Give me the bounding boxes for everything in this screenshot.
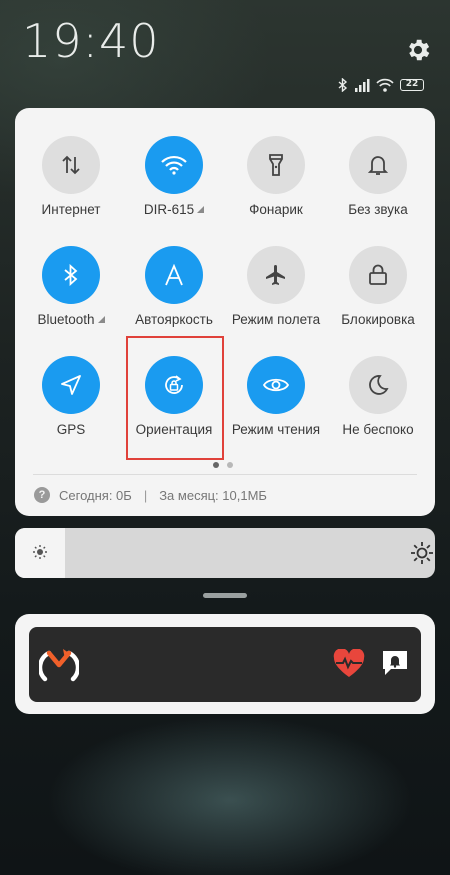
highlight-box [126,336,224,460]
tile-gps[interactable]: GPS [21,356,121,437]
tile-label: Блокировка [341,312,415,327]
location-icon [42,356,100,414]
brightness-low-icon [33,545,47,559]
divider [33,474,417,475]
tile-label: Автояркость [135,312,213,327]
question-icon: ? [34,487,50,503]
tile-label: Режим полета [231,312,321,327]
tile-auto-brightness[interactable]: Автояркость [124,246,224,327]
gear-icon[interactable] [404,36,432,64]
moon-icon [349,356,407,414]
eye-icon [247,356,305,414]
page-dot[interactable] [227,462,233,468]
data-usage-month: За месяц: 10,1МБ [159,487,267,503]
expand-arrow-icon[interactable] [97,316,105,323]
tile-wifi[interactable]: DIR-615 [124,136,224,217]
notification-card[interactable] [15,614,435,714]
tile-label: Bluetooth [21,312,121,327]
tile-label: Режим чтения [231,422,321,437]
tile-label: Интернет [41,202,101,217]
tile-label: Фонарик [249,202,303,217]
tile-label: DIR-615 [124,202,224,217]
wifi-icon [376,78,394,92]
notification-content [29,627,421,702]
battery-icon: 22 [400,79,424,91]
wifi-icon [145,136,203,194]
tile-label: Не беспоко [342,422,414,437]
tile-silent[interactable]: Без звука [328,136,428,217]
tile-internet[interactable]: Интернет [21,136,121,217]
data-usage-today: Сегодня: 0Б [59,487,132,503]
expand-arrow-icon[interactable] [197,206,205,213]
data-usage-separator: | [143,487,148,503]
heart-rate-icon[interactable] [333,649,365,679]
mobile-data-icon [42,136,100,194]
tile-do-not-disturb[interactable]: Не беспоко [328,356,428,437]
tile-bluetooth[interactable]: Bluetooth [21,246,121,327]
mi-fit-logo-icon [39,649,79,682]
data-usage[interactable]: ? Сегодня: 0Б | За месяц: 10,1МБ [34,487,267,503]
page-dot[interactable] [213,462,219,468]
status-icons: 22 [338,76,438,94]
tile-airplane-mode[interactable]: Режим полета [226,246,326,327]
tile-reading-mode[interactable]: Режим чтения [226,356,326,437]
tile-flashlight[interactable]: Фонарик [226,136,326,217]
tile-label: GPS [56,422,86,437]
tile-lock[interactable]: Блокировка [328,246,428,327]
bluetooth-icon [42,246,100,304]
auto-brightness-icon [145,246,203,304]
airplane-icon [247,246,305,304]
brightness-slider[interactable] [15,528,435,578]
bell-icon [349,136,407,194]
bluetooth-icon [338,78,348,92]
drag-handle[interactable] [203,593,247,598]
tile-label: Без звука [348,202,408,217]
page-indicator [213,462,233,468]
brightness-high-icon [411,542,433,564]
flashlight-icon [247,136,305,194]
notification-bell-icon[interactable] [381,649,409,677]
status-time: 19:40 [22,14,160,68]
signal-icon [355,78,370,92]
lock-icon [349,246,407,304]
